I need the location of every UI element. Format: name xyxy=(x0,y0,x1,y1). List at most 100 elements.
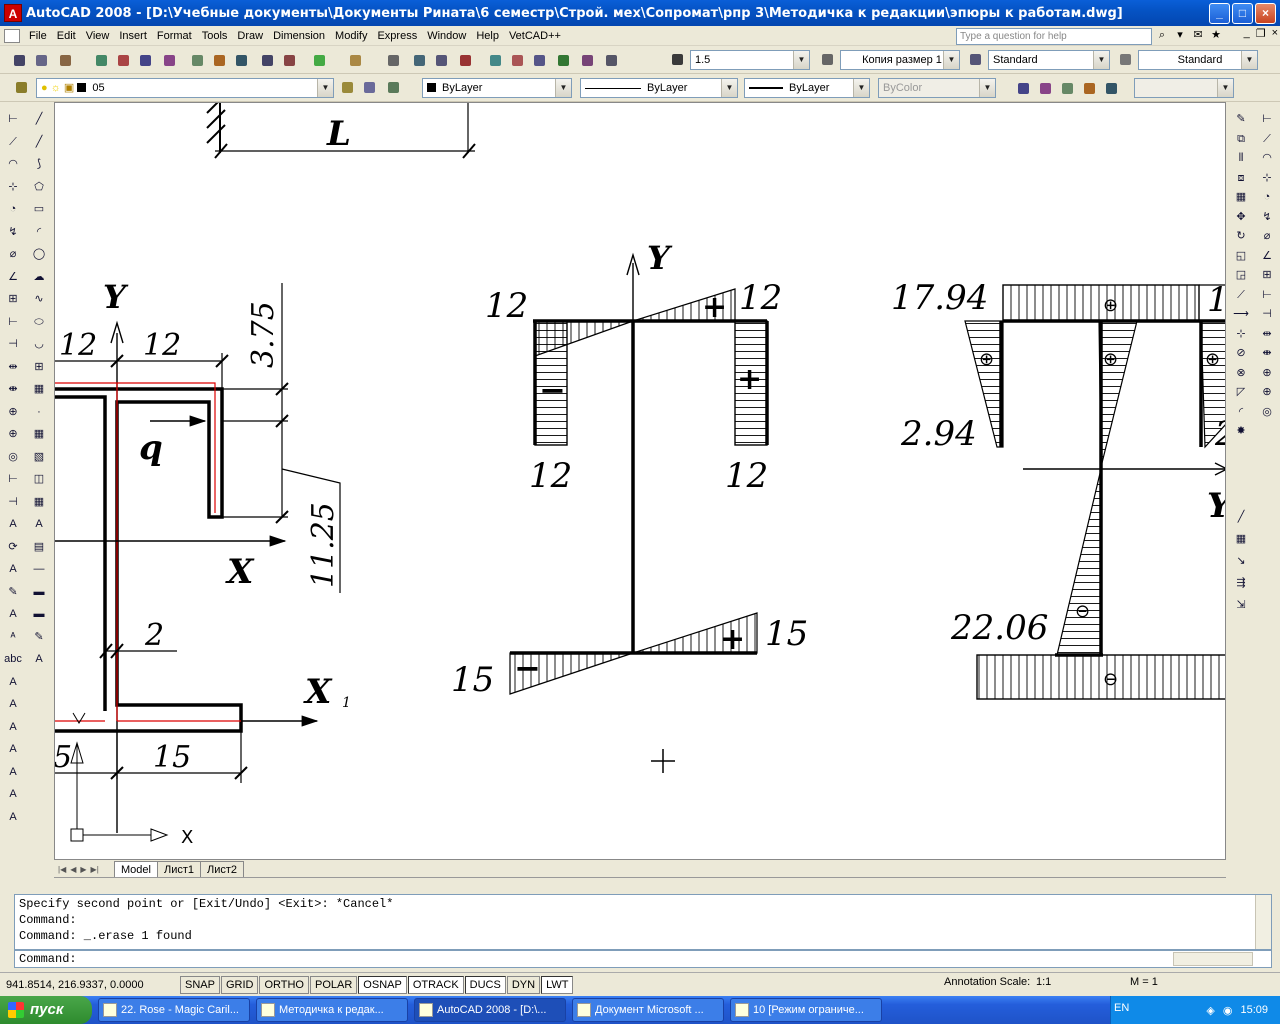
multiline-text-icon[interactable]: A xyxy=(30,515,48,533)
angular-dim-icon[interactable]: ∠ xyxy=(4,268,22,286)
dim-l-icon[interactable]: ⇹ xyxy=(1258,325,1276,343)
construction-line-icon[interactable]: ╱ xyxy=(30,133,48,151)
dim-style-icon[interactable]: ✎ xyxy=(4,583,22,601)
zoom-realtime-icon[interactable] xyxy=(410,51,428,69)
text-height-select[interactable]: 1.5 ▼ xyxy=(690,50,810,70)
jogged-dim-icon[interactable]: ↯ xyxy=(4,223,22,241)
scale-text-icon[interactable]: A xyxy=(4,673,22,691)
stretch-icon[interactable]: ◲ xyxy=(1232,266,1250,284)
dgn-icon[interactable] xyxy=(160,51,178,69)
chevron-down-icon[interactable]: ▾ xyxy=(1173,27,1187,43)
spell-check-icon[interactable]: abc xyxy=(4,650,22,668)
dim-a-icon[interactable]: ⊢ xyxy=(1258,110,1276,128)
field-icon[interactable]: A xyxy=(4,763,22,781)
mleader-icon[interactable]: ↘ xyxy=(1232,552,1250,570)
print-icon[interactable] xyxy=(92,51,110,69)
open-icon[interactable] xyxy=(32,51,50,69)
markup-icon[interactable] xyxy=(578,51,596,69)
fillet-icon[interactable]: ◜ xyxy=(1232,403,1250,421)
copy-obj-icon[interactable]: ⧉ xyxy=(1232,130,1250,148)
jogged-linear-icon[interactable]: ⊢ xyxy=(4,470,22,488)
command-input[interactable]: Command: xyxy=(14,950,1272,968)
toggle-lwt[interactable]: LWT xyxy=(541,975,574,994)
inspect-icon[interactable]: ◎ xyxy=(4,448,22,466)
close-button[interactable]: × xyxy=(1255,3,1276,24)
table-insert-icon[interactable]: ▦ xyxy=(1232,530,1250,548)
toggle-osnap[interactable]: OSNAP xyxy=(358,975,407,994)
continue-dim-icon[interactable]: ⊣ xyxy=(4,335,22,353)
paste-icon[interactable] xyxy=(232,51,250,69)
clip-viewport-icon[interactable] xyxy=(1058,79,1076,97)
language-indicator[interactable]: EN xyxy=(1114,1002,1129,1014)
doc-restore-button[interactable]: ❐ xyxy=(1256,27,1266,40)
viewport-icon[interactable] xyxy=(1014,79,1032,97)
break-icon[interactable]: ⊘ xyxy=(1232,344,1250,362)
toggle-grid[interactable]: GRID xyxy=(220,975,259,994)
array-icon[interactable]: ▦ xyxy=(1232,188,1250,206)
dim-k-icon[interactable]: ⊣ xyxy=(1258,305,1276,323)
dim-p-icon[interactable]: ◎ xyxy=(1258,403,1276,421)
insert-block-icon[interactable]: ⊞ xyxy=(30,358,48,376)
toggle-snap[interactable]: SNAP xyxy=(180,975,220,994)
cut-icon[interactable] xyxy=(188,51,206,69)
design-center-icon[interactable] xyxy=(508,51,526,69)
pan-icon[interactable] xyxy=(384,51,402,69)
zoom-window-icon[interactable] xyxy=(432,51,450,69)
dim-n-icon[interactable]: ⊕ xyxy=(1258,364,1276,382)
spline-icon[interactable]: ∿ xyxy=(30,290,48,308)
dim-style-icon[interactable] xyxy=(818,50,836,68)
multileader-align-icon[interactable]: ⇶ xyxy=(1232,574,1250,592)
dim-b-icon[interactable]: ⟋ xyxy=(1258,130,1276,148)
move-icon[interactable]: ✥ xyxy=(1232,208,1250,226)
menu-vetcad[interactable]: VetCAD++ xyxy=(504,27,566,45)
menu-tools[interactable]: Tools xyxy=(197,27,233,45)
menu-format[interactable]: Format xyxy=(152,27,197,45)
mtext-edit-icon[interactable]: A xyxy=(4,605,22,623)
drawing-canvas[interactable]: L Y 12 12 3.75 11.25 q X 2 X 1 15 X Y 12… xyxy=(54,102,1226,860)
dim-j-icon[interactable]: ⊢ xyxy=(1258,286,1276,304)
network-icon[interactable]: ◈ xyxy=(1206,1004,1214,1017)
tab-sheet1[interactable]: Лист1 xyxy=(156,861,201,877)
menu-file[interactable]: File xyxy=(24,27,52,45)
dim-update-icon[interactable]: ⟳ xyxy=(4,538,22,556)
dim-space-icon[interactable]: ⇹ xyxy=(4,358,22,376)
dim-e-icon[interactable]: ◔ xyxy=(1258,188,1276,206)
justify-text-icon[interactable]: A xyxy=(4,695,22,713)
next-tab-icon[interactable]: ▶ xyxy=(80,865,86,874)
favorites-star-icon[interactable]: ★ xyxy=(1209,27,1223,43)
dim-o-icon[interactable]: ⊕ xyxy=(1258,383,1276,401)
radius-dim-icon[interactable]: ◔ xyxy=(4,200,22,218)
dim-g-icon[interactable]: ⌀ xyxy=(1258,227,1276,245)
field-insert-icon[interactable]: A xyxy=(30,650,48,668)
erase-icon[interactable]: ✎ xyxy=(1232,110,1250,128)
arc-icon[interactable]: ◜ xyxy=(30,223,48,241)
toggle-polar[interactable]: POLAR xyxy=(310,975,358,994)
dim-text-edit-icon[interactable]: A xyxy=(4,515,22,533)
prev-tab-icon[interactable]: ◀ xyxy=(70,865,76,874)
table-icon[interactable]: ▦ xyxy=(30,493,48,511)
menu-draw[interactable]: Draw xyxy=(232,27,268,45)
center-mark-icon[interactable]: ⊕ xyxy=(4,425,22,443)
toggle-otrack[interactable]: OTRACK xyxy=(407,975,464,994)
ordinate-dim-icon[interactable]: ⊹ xyxy=(4,178,22,196)
text-style-manager-icon[interactable] xyxy=(966,50,984,68)
document-icon[interactable] xyxy=(4,28,20,43)
calculator-icon[interactable] xyxy=(602,51,620,69)
menu-help[interactable]: Help xyxy=(471,27,504,45)
plot-preview-icon[interactable] xyxy=(114,51,132,69)
text-style-icon[interactable]: A xyxy=(4,785,22,803)
block-editor-icon[interactable] xyxy=(280,51,298,69)
rectangle-icon[interactable]: ▭ xyxy=(30,200,48,218)
ellipse-arc-icon[interactable]: ◡ xyxy=(30,335,48,353)
menu-window[interactable]: Window xyxy=(422,27,471,45)
match-layer-icon[interactable] xyxy=(1102,79,1120,97)
start-button[interactable]: пуск xyxy=(0,996,92,1024)
attribute-def-icon[interactable]: ✎ xyxy=(30,628,48,646)
match-properties-icon[interactable] xyxy=(258,51,276,69)
layer-manager-icon[interactable] xyxy=(12,78,30,96)
convert-icon[interactable]: A xyxy=(4,740,22,758)
undo-icon[interactable] xyxy=(310,51,328,69)
extend-icon[interactable]: ⟶ xyxy=(1232,305,1250,323)
taskbar-item[interactable]: 10 [Режим ограниче... xyxy=(730,998,882,1022)
tab-sheet2[interactable]: Лист2 xyxy=(200,861,245,877)
